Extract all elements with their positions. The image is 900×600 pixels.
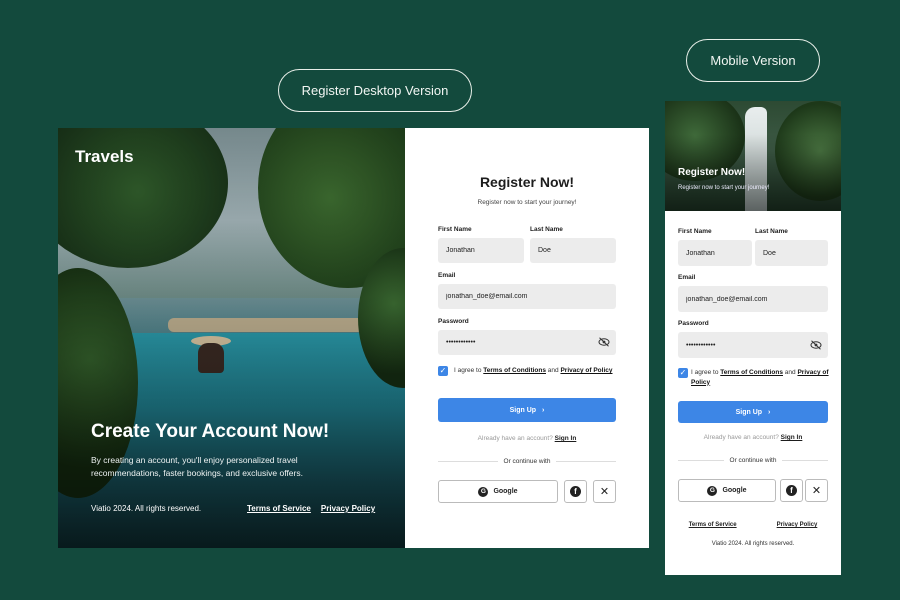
google-signin-button[interactable]: G Google [678, 479, 776, 502]
or-continue-divider: Or continue with [678, 457, 828, 464]
x-icon: ✕ [811, 485, 822, 497]
already-label: Already have an account? [477, 435, 553, 442]
password-label: Password [438, 318, 469, 325]
privacy-policy-link[interactable]: Privacy Policy [777, 522, 818, 528]
google-label: Google [493, 488, 518, 495]
terms-of-conditions-link[interactable]: Terms of Conditions [483, 367, 546, 374]
facebook-icon: f [786, 485, 797, 496]
mobile-subtitle: Register now to start your journey! [678, 185, 770, 191]
hero-image-panel: Travels Create Your Account Now! By crea… [58, 128, 405, 548]
facebook-signin-button[interactable]: f [780, 479, 803, 502]
sign-up-label: Sign Up [735, 408, 763, 416]
already-account-text: Already have an account? Sign In [665, 434, 841, 441]
google-icon: G [478, 486, 489, 497]
hero-footer-links: Terms of Service Privacy Policy [247, 504, 375, 513]
password-input[interactable] [678, 332, 828, 358]
hero-subtitle: By creating an account, you'll enjoy per… [91, 455, 303, 478]
register-form: Register Now! Register now to start your… [405, 128, 649, 548]
terms-of-service-link[interactable]: Terms of Service [689, 522, 737, 528]
x-signin-button[interactable]: ✕ [805, 479, 828, 502]
email-label: Email [678, 274, 696, 281]
agree-prefix: I agree to [454, 367, 484, 374]
first-name-label: First Name [678, 228, 712, 235]
eye-slash-icon[interactable] [598, 337, 610, 347]
agree-terms-text: I agree to Terms of Conditions and Priva… [454, 366, 616, 376]
divider-line [556, 461, 616, 462]
google-signin-button[interactable]: G Google [438, 480, 558, 503]
email-label: Email [438, 272, 456, 279]
hero-title: Create Your Account Now! [91, 421, 330, 442]
divider-line [782, 460, 828, 461]
sign-in-link[interactable]: Sign In [781, 434, 803, 441]
facebook-signin-button[interactable]: f [564, 480, 587, 503]
chevron-right-icon: › [542, 406, 545, 414]
terms-of-conditions-link[interactable]: Terms of Conditions [720, 369, 783, 376]
sign-up-button[interactable]: Sign Up › [438, 398, 616, 422]
first-name-input[interactable] [678, 240, 752, 266]
last-name-input[interactable] [755, 240, 828, 266]
mobile-footer-links: Terms of Service Privacy Policy [665, 522, 841, 528]
last-name-label: Last Name [530, 226, 563, 233]
chevron-right-icon: › [768, 408, 771, 416]
google-label: Google [722, 487, 747, 494]
desktop-version-label: Register Desktop Version [278, 69, 472, 112]
google-icon: G [707, 485, 718, 496]
x-icon: ✕ [599, 486, 610, 498]
hero-copyright: Viatio 2024. All rights reserved. [91, 504, 202, 513]
checkmark-icon[interactable]: ✓ [678, 368, 688, 378]
privacy-policy-link[interactable]: Privacy Policy [321, 504, 375, 513]
x-signin-button[interactable]: ✕ [593, 480, 616, 503]
checkmark-icon[interactable]: ✓ [438, 366, 448, 376]
agree-prefix: I agree to [691, 369, 721, 376]
mobile-version-label: Mobile Version [686, 39, 820, 82]
sign-in-link[interactable]: Sign In [555, 435, 577, 442]
sign-up-button[interactable]: Sign Up › [678, 401, 828, 423]
first-name-label: First Name [438, 226, 472, 233]
mobile-title: Register Now! [678, 167, 746, 178]
eye-slash-icon[interactable] [810, 340, 822, 350]
hero-overlay [665, 101, 841, 211]
form-subtitle: Register now to start your journey! [477, 199, 577, 206]
first-name-input[interactable] [438, 238, 524, 263]
last-name-input[interactable] [530, 238, 616, 263]
mobile-hero-image: Register Now! Register now to start your… [665, 101, 841, 211]
form-title: Register Now! [479, 174, 575, 190]
or-continue-label: Or continue with [729, 457, 777, 464]
already-account-text: Already have an account? Sign In [405, 435, 649, 442]
email-input[interactable] [678, 286, 828, 312]
desktop-register-screen: Travels Create Your Account Now! By crea… [58, 128, 649, 548]
or-continue-divider: Or continue with [438, 458, 616, 465]
mobile-copyright: Viatio 2024. All rights reserved. [711, 541, 795, 547]
brand-logo[interactable]: Travels [75, 147, 134, 167]
terms-of-service-link[interactable]: Terms of Service [247, 504, 311, 513]
last-name-label: Last Name [755, 228, 788, 235]
divider-line [438, 461, 498, 462]
facebook-icon: f [570, 486, 581, 497]
mobile-register-screen: Register Now! Register now to start your… [665, 101, 841, 575]
password-label: Password [678, 320, 709, 327]
agree-and: and [783, 369, 798, 376]
privacy-of-policy-link[interactable]: Privacy of Policy [560, 367, 612, 374]
hero-overlay [58, 128, 405, 548]
or-continue-label: Or continue with [503, 458, 551, 465]
divider-line [678, 460, 724, 461]
agree-terms-text: I agree to Terms of Conditions and Priva… [691, 368, 831, 387]
already-label: Already have an account? [703, 434, 779, 441]
email-input[interactable] [438, 284, 616, 309]
password-input[interactable] [438, 330, 616, 355]
sign-up-label: Sign Up [509, 406, 537, 414]
agree-and: and [546, 367, 561, 374]
